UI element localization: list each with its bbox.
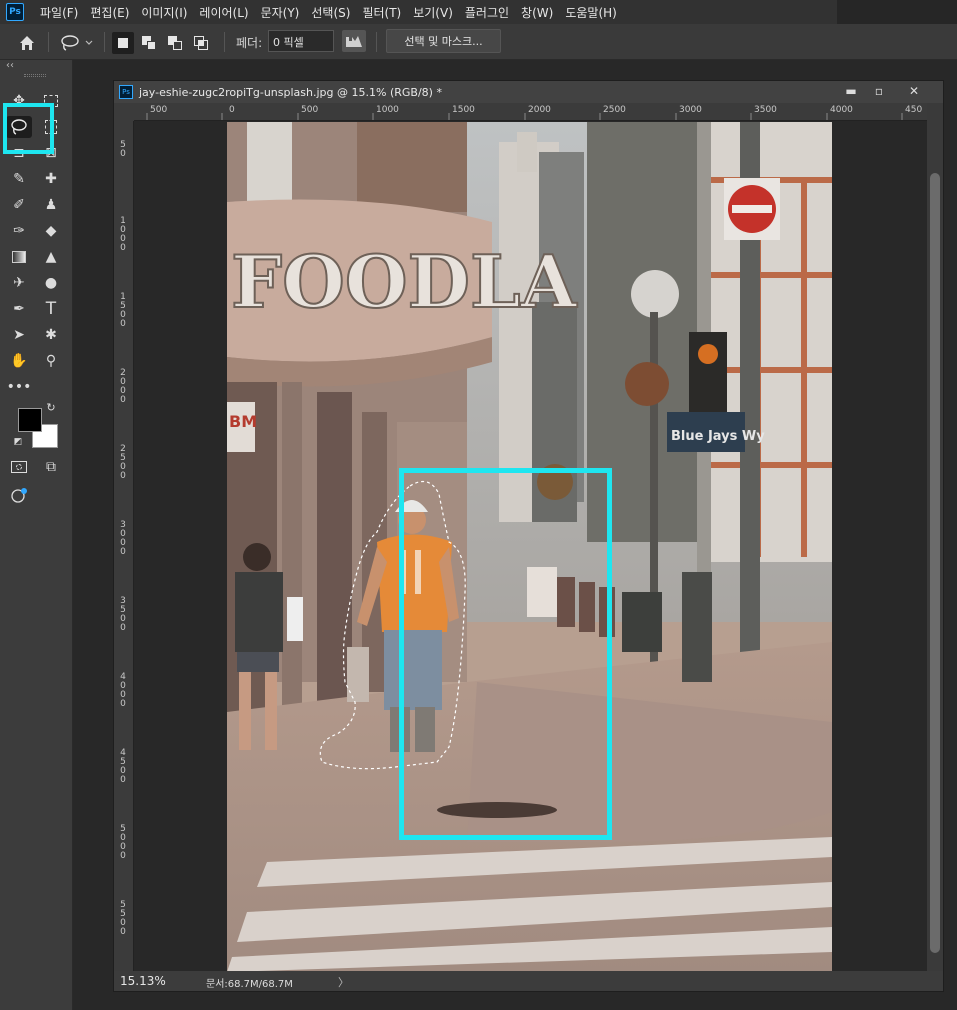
gradient-tool-icon[interactable] [6, 246, 32, 268]
ruler-h-label: 500 [301, 105, 319, 115]
path-selection-tool-icon[interactable]: ➤ [6, 324, 32, 346]
toolbar-grip[interactable] [24, 74, 46, 77]
window-controls-strip [837, 0, 957, 24]
custom-shape-tool-icon[interactable]: ✱ [38, 324, 64, 346]
document-window: Ps jay-eshie-zugc2ropiTg-unsplash.jpg @ … [113, 80, 944, 992]
status-menu-arrow[interactable]: 〉 [338, 974, 349, 990]
toolbar: ‹‹ ✥ ⊐ ⊠ ✎ ✚ ✐ ♟ ✑ ◆ ▲ ✈ ● ✒ T ➤ ✱ ✋ ⚲ •… [0, 60, 73, 1010]
edit-toolbar-icon[interactable] [6, 484, 32, 506]
subtract-from-selection-button[interactable] [164, 32, 186, 54]
ruler-h-label: 1000 [376, 105, 399, 115]
menu-window[interactable]: 창(W) [515, 4, 559, 21]
ruler-h-label: 1500 [452, 105, 475, 115]
dodge-tool-icon[interactable]: ✈ [6, 272, 32, 294]
foodla-sign-text: FOODLA [231, 239, 578, 324]
ruler-v-label: 1 5 0 0 [120, 292, 126, 329]
tool-preset-picker[interactable] [58, 32, 96, 54]
path-tool-icon[interactable]: ✒ [6, 298, 32, 320]
clone-stamp-tool-icon[interactable]: ♟ [38, 194, 64, 216]
ruler-h-label: 450 [905, 105, 923, 115]
options-bar: 페더: 0 픽셀 선택 및 마스크... [0, 24, 957, 60]
ruler-h-label: 0 [229, 105, 235, 115]
new-selection-button[interactable] [112, 32, 134, 54]
more-tools-icon[interactable]: ••• [6, 376, 32, 398]
vertical-scrollbar-thumb[interactable] [930, 173, 940, 953]
horizontal-ruler[interactable]: 500 0 500 1000 1500 2000 2500 3000 3500 … [134, 103, 927, 121]
anti-alias-toggle[interactable] [342, 30, 366, 52]
menu-help[interactable]: 도움말(H) [559, 4, 623, 21]
feather-label: 페더: [236, 36, 263, 50]
ruler-v-label: 1 0 0 0 [120, 216, 126, 253]
menu-edit[interactable]: 편집(E) [84, 4, 135, 21]
ruler-v-label: 5 0 [120, 140, 126, 159]
type-tool-icon[interactable]: T [38, 298, 64, 320]
zoom-level[interactable]: 15.13% [120, 974, 166, 988]
ruler-h-label: 2500 [603, 105, 626, 115]
menu-plugins[interactable]: 플러그인 [459, 4, 515, 21]
status-bar: 15.13% 문서:68.7M/68.7M 〉 [114, 971, 943, 991]
store-sign-text: BM [229, 412, 257, 431]
history-brush-tool-icon[interactable]: ✑ [6, 220, 32, 242]
ruler-v-label: 3 0 0 0 [120, 520, 126, 557]
restore-button[interactable]: ▫ [869, 84, 889, 98]
ruler-v-label: 5 0 0 0 [120, 824, 126, 861]
selection-highlight-box [399, 468, 612, 840]
document-ps-icon: Ps [119, 85, 133, 99]
ruler-h-label: 3500 [754, 105, 777, 115]
ruler-corner [114, 103, 134, 121]
quick-mask-icon[interactable] [6, 456, 32, 478]
ruler-v-label: 2 5 0 0 [120, 444, 126, 481]
ruler-v-label: 3 5 0 0 [120, 596, 126, 633]
eraser-tool-icon[interactable]: ◆ [38, 220, 64, 242]
close-button[interactable]: ✕ [904, 84, 924, 98]
feather-input[interactable]: 0 픽셀 [268, 30, 334, 52]
spot-healing-tool-icon[interactable]: ✚ [38, 168, 64, 190]
ruler-h-label: 3000 [679, 105, 702, 115]
blur-tool-icon[interactable]: ▲ [38, 246, 64, 268]
document-tab[interactable]: Ps jay-eshie-zugc2ropiTg-unsplash.jpg @ … [114, 81, 943, 103]
document-size: 문서:68.7M/68.7M [206, 979, 293, 990]
intersect-selection-button[interactable] [190, 32, 212, 54]
menu-file[interactable]: 파일(F) [34, 4, 84, 21]
menu-image[interactable]: 이미지(I) [135, 4, 193, 21]
image-canvas[interactable]: FOODLA BM Blue Jays Wy [227, 122, 832, 972]
anti-alias-icon [346, 36, 362, 47]
menu-type[interactable]: 문자(Y) [255, 4, 306, 21]
menu-view[interactable]: 보기(V) [407, 4, 459, 21]
home-button[interactable] [16, 32, 38, 54]
ruler-v-label: 5 5 0 0 [120, 900, 126, 937]
swap-colors-icon[interactable]: ↻ [44, 400, 58, 414]
lasso-preset-icon [61, 35, 93, 51]
brush-tool-icon[interactable]: ✐ [6, 194, 32, 216]
vertical-ruler[interactable]: 5 0 1 0 0 0 1 5 0 0 2 0 0 0 2 5 0 0 3 0 … [114, 121, 134, 971]
pen-tool-icon[interactable]: ● [38, 272, 64, 294]
ruler-h-label: 4000 [830, 105, 853, 115]
photoshop-logo-icon: Ps [6, 3, 24, 21]
toolbar-collapse-button[interactable]: ‹‹ [6, 60, 14, 71]
add-to-selection-button[interactable] [138, 32, 160, 54]
ruler-v-label: 4 5 0 0 [120, 748, 126, 785]
foreground-color-swatch[interactable] [18, 408, 42, 432]
ruler-v-label: 2 0 0 0 [120, 368, 126, 405]
document-title: jay-eshie-zugc2ropiTg-unsplash.jpg @ 15.… [139, 85, 442, 99]
screen-mode-icon[interactable]: ⧉ [38, 456, 64, 478]
new-selection-icon [118, 38, 128, 48]
zoom-tool-icon[interactable]: ⚲ [38, 350, 64, 372]
eyedropper-tool-icon[interactable]: ✎ [6, 168, 32, 190]
lasso-tool-highlight [3, 103, 54, 154]
menu-bar: Ps 파일(F) 편집(E) 이미지(I) 레이어(L) 문자(Y) 선택(S)… [0, 0, 957, 24]
ruler-h-label: 500 [150, 105, 168, 115]
street-sign-text: Blue Jays Wy [671, 429, 765, 444]
menu-layer[interactable]: 레이어(L) [193, 4, 254, 21]
hand-tool-icon[interactable]: ✋ [6, 350, 32, 372]
minimize-button[interactable]: ▬ [841, 84, 861, 98]
vertical-scrollbar[interactable] [927, 103, 943, 971]
ruler-h-label: 2000 [528, 105, 551, 115]
default-colors-icon[interactable]: ◩ [12, 436, 24, 448]
ruler-v-label: 4 0 0 0 [120, 672, 126, 709]
home-icon [20, 36, 34, 50]
menu-filter[interactable]: 필터(T) [356, 4, 407, 21]
select-and-mask-button[interactable]: 선택 및 마스크... [386, 29, 501, 53]
menu-select[interactable]: 선택(S) [305, 4, 356, 21]
